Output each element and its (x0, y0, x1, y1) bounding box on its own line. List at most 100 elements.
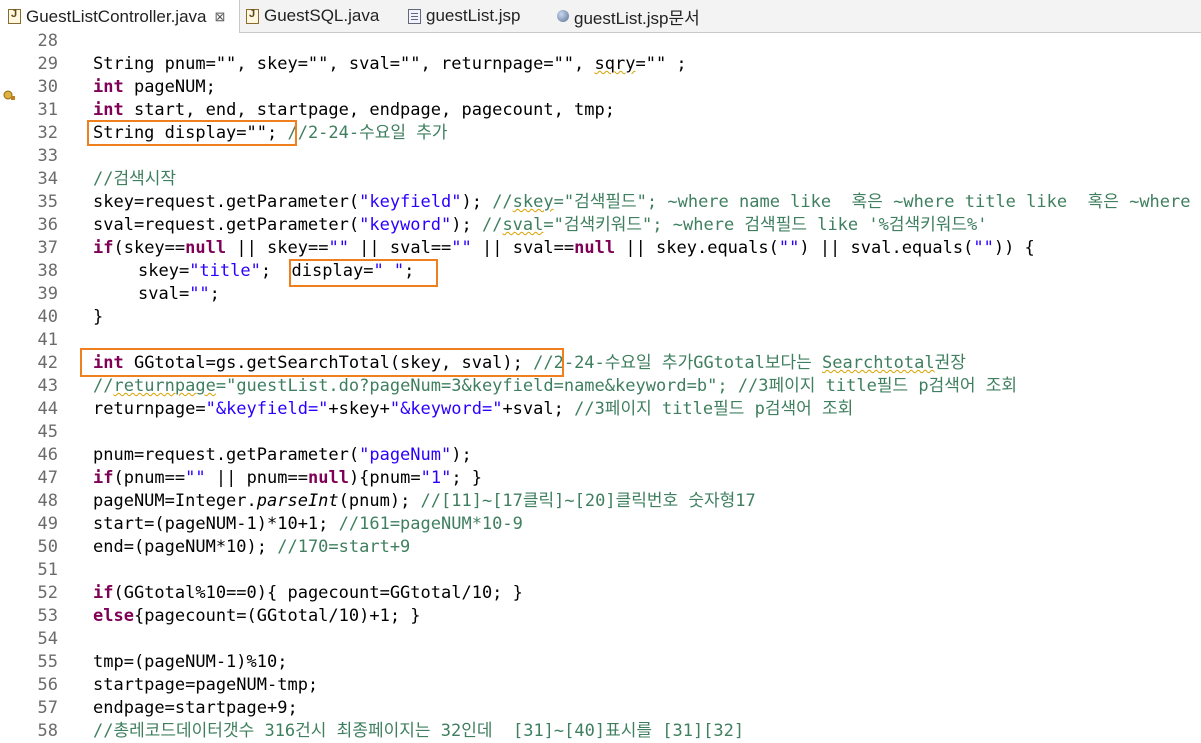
comment: skey (512, 192, 554, 212)
code-text: parseInt (256, 491, 339, 511)
line-number: 43 (37, 376, 58, 396)
keyword: if (93, 583, 114, 603)
tab-guestlist-jsp[interactable]: guestList.jsp (408, 0, 521, 32)
tab-guestlistcontroller-java[interactable]: GuestListController.java ⊠ (0, 0, 240, 33)
line-number: 42 (37, 353, 58, 373)
keyword: int (93, 100, 124, 120)
code-text: sval=request.getParameter( (93, 215, 360, 235)
line-number: 57 (37, 698, 58, 718)
code-text: (skey== (113, 238, 186, 258)
code-text: skey= (138, 261, 190, 281)
code-line[interactable]: else{pagecount=(GGtotal/10)+1; } (93, 605, 421, 628)
tab-label: guestList.jsp (426, 6, 521, 25)
code-editor[interactable]: 28 29 30 31 32 33 34 35 36 37 38 39 40 4… (0, 31, 1201, 741)
comment: // (492, 192, 513, 212)
comment: //170=start+9 (277, 537, 411, 557)
code-line[interactable]: pnum=request.getParameter("pageNum"); (93, 444, 472, 467)
line-number: 40 (37, 307, 58, 327)
jsp-file-icon (408, 8, 421, 24)
comment: //[11]~[17클릭]~[20]클릭번호 숫자형17 (420, 491, 756, 511)
code-line[interactable]: //returnpage="guestList.do?pageNum=3&key… (93, 375, 1017, 398)
line-number: 44 (37, 399, 58, 419)
code-text: ); (451, 215, 482, 235)
code-line[interactable]: end=(pageNUM*10); //170=start+9 (93, 536, 410, 559)
code-text: GGtotal=gs.getSearchTotal(skey, sval); (123, 353, 523, 373)
line-number: 50 (37, 537, 58, 557)
code-text: start=(pageNUM-1)*10+1; (93, 514, 339, 534)
code-line[interactable]: tmp=(pageNUM-1)%10; (93, 651, 287, 674)
comment: //검색시작 (93, 169, 177, 189)
code-line[interactable]: String pnum="", skey="", sval="", return… (93, 53, 687, 76)
code-text: pageNUM; (123, 77, 216, 97)
code-line[interactable]: if(skey==null || skey=="" || sval=="" ||… (93, 237, 1035, 260)
string: "" (451, 238, 472, 258)
code-line[interactable]: sval=""; (138, 283, 220, 306)
string: "title" (189, 261, 261, 281)
code-text: +skey+ (328, 399, 390, 419)
comment: //3페이지 title필드 p검색어 조회 (574, 399, 854, 419)
code-line[interactable]: sval=request.getParameter("keyword"); //… (93, 214, 988, 237)
code-text: tmp=(pageNUM-1)%10; (93, 652, 288, 672)
string: "&keyfield=" (205, 399, 329, 419)
line-number: 48 (37, 491, 58, 511)
code-text: || sval== (348, 238, 452, 258)
code-text: (GGtotal%10==0){ pagecount=GGtotal/10; } (113, 583, 523, 603)
code-line[interactable]: //총레코드데이터갯수 316건시 최종페이지는 32인데 [31]~[40]표… (93, 720, 744, 743)
code-line[interactable]: startpage=pageNUM-tmp; (93, 674, 318, 697)
line-number: 34 (37, 169, 58, 189)
code-line[interactable]: skey=request.getParameter("keyfield"); /… (93, 191, 1191, 214)
code-text: startpage=pageNUM-tmp; (93, 675, 319, 695)
code-line[interactable]: pageNUM=Integer.parseInt(pnum); //[11]~[… (93, 490, 756, 513)
comment: Searchtotal (822, 353, 935, 373)
code-line[interactable]: if(GGtotal%10==0){ pagecount=GGtotal/10;… (93, 582, 523, 605)
tab-guestsql-java[interactable]: GuestSQL.java (246, 0, 379, 32)
line-number: 53 (37, 606, 58, 626)
code-text: ){pnum= (348, 468, 421, 488)
tab-guestlist-jsp-document[interactable]: guestList.jsp문서 (557, 0, 700, 32)
code-line[interactable]: if(pnum=="" || pnum==null){pnum="1"; } (93, 467, 482, 490)
line-number: 41 (37, 330, 58, 350)
keyword: else (93, 606, 134, 626)
string: "&keyword=" (389, 399, 503, 419)
keyword: null (307, 468, 349, 488)
keyword: int (93, 353, 124, 373)
code-line[interactable]: endpage=startpage+9; (93, 697, 298, 720)
close-tab-icon[interactable]: ⊠ (214, 9, 225, 25)
tab-label: GuestSQL.java (264, 6, 380, 25)
code-line[interactable]: int start, end, startpage, endpage, page… (93, 99, 615, 122)
code-line[interactable]: //검색시작 (93, 168, 176, 191)
comment: ="검색키워드"; ~where 검색필드 like '%검색키워드%' (543, 215, 988, 235)
line-number: 56 (37, 675, 58, 695)
code-line[interactable]: } (93, 306, 103, 329)
java-file-icon (8, 8, 21, 24)
code-line[interactable]: skey="title"; display=" "; (138, 260, 414, 283)
comment: //총레코드데이터갯수 316건시 최종페이지는 32인데 [31]~[40]표… (93, 721, 745, 741)
comment: // (93, 376, 114, 396)
line-number: 36 (37, 215, 58, 235)
comment: //161=pageNUM*10-9 (338, 514, 523, 534)
string: "keyword" (359, 215, 452, 235)
code-text: } (93, 307, 104, 327)
line-number: 29 (37, 54, 58, 74)
line-number: 51 (37, 560, 58, 580)
line-number: 54 (37, 629, 58, 649)
line-number: 39 (37, 284, 58, 304)
code-text: pnum=request.getParameter( (93, 445, 360, 465)
globe-icon (557, 10, 569, 22)
code-text: ; } (451, 468, 483, 488)
code-line[interactable]: returnpage="&keyfield="+skey+"&keyword="… (93, 398, 853, 421)
code-line[interactable]: int pageNUM; (93, 76, 216, 99)
line-number: 58 (37, 721, 58, 741)
code-text: ; (404, 261, 415, 281)
code-line[interactable]: start=(pageNUM-1)*10+1; //161=pageNUM*10… (93, 513, 523, 536)
string: "" (973, 238, 994, 258)
code-line[interactable]: String display=""; //2-24-수요일 추가 (93, 122, 448, 145)
line-number: 30 (37, 77, 58, 97)
code-line[interactable]: int GGtotal=gs.getSearchTotal(skey, sval… (93, 352, 966, 375)
line-number: 55 (37, 652, 58, 672)
code-text: || pnum== (205, 468, 308, 488)
code-text: ); (461, 192, 493, 212)
comment: 권장 (934, 353, 966, 373)
code-text: String pnum="", skey="", sval="", return… (93, 54, 595, 74)
code-text: || sval== (471, 238, 575, 258)
